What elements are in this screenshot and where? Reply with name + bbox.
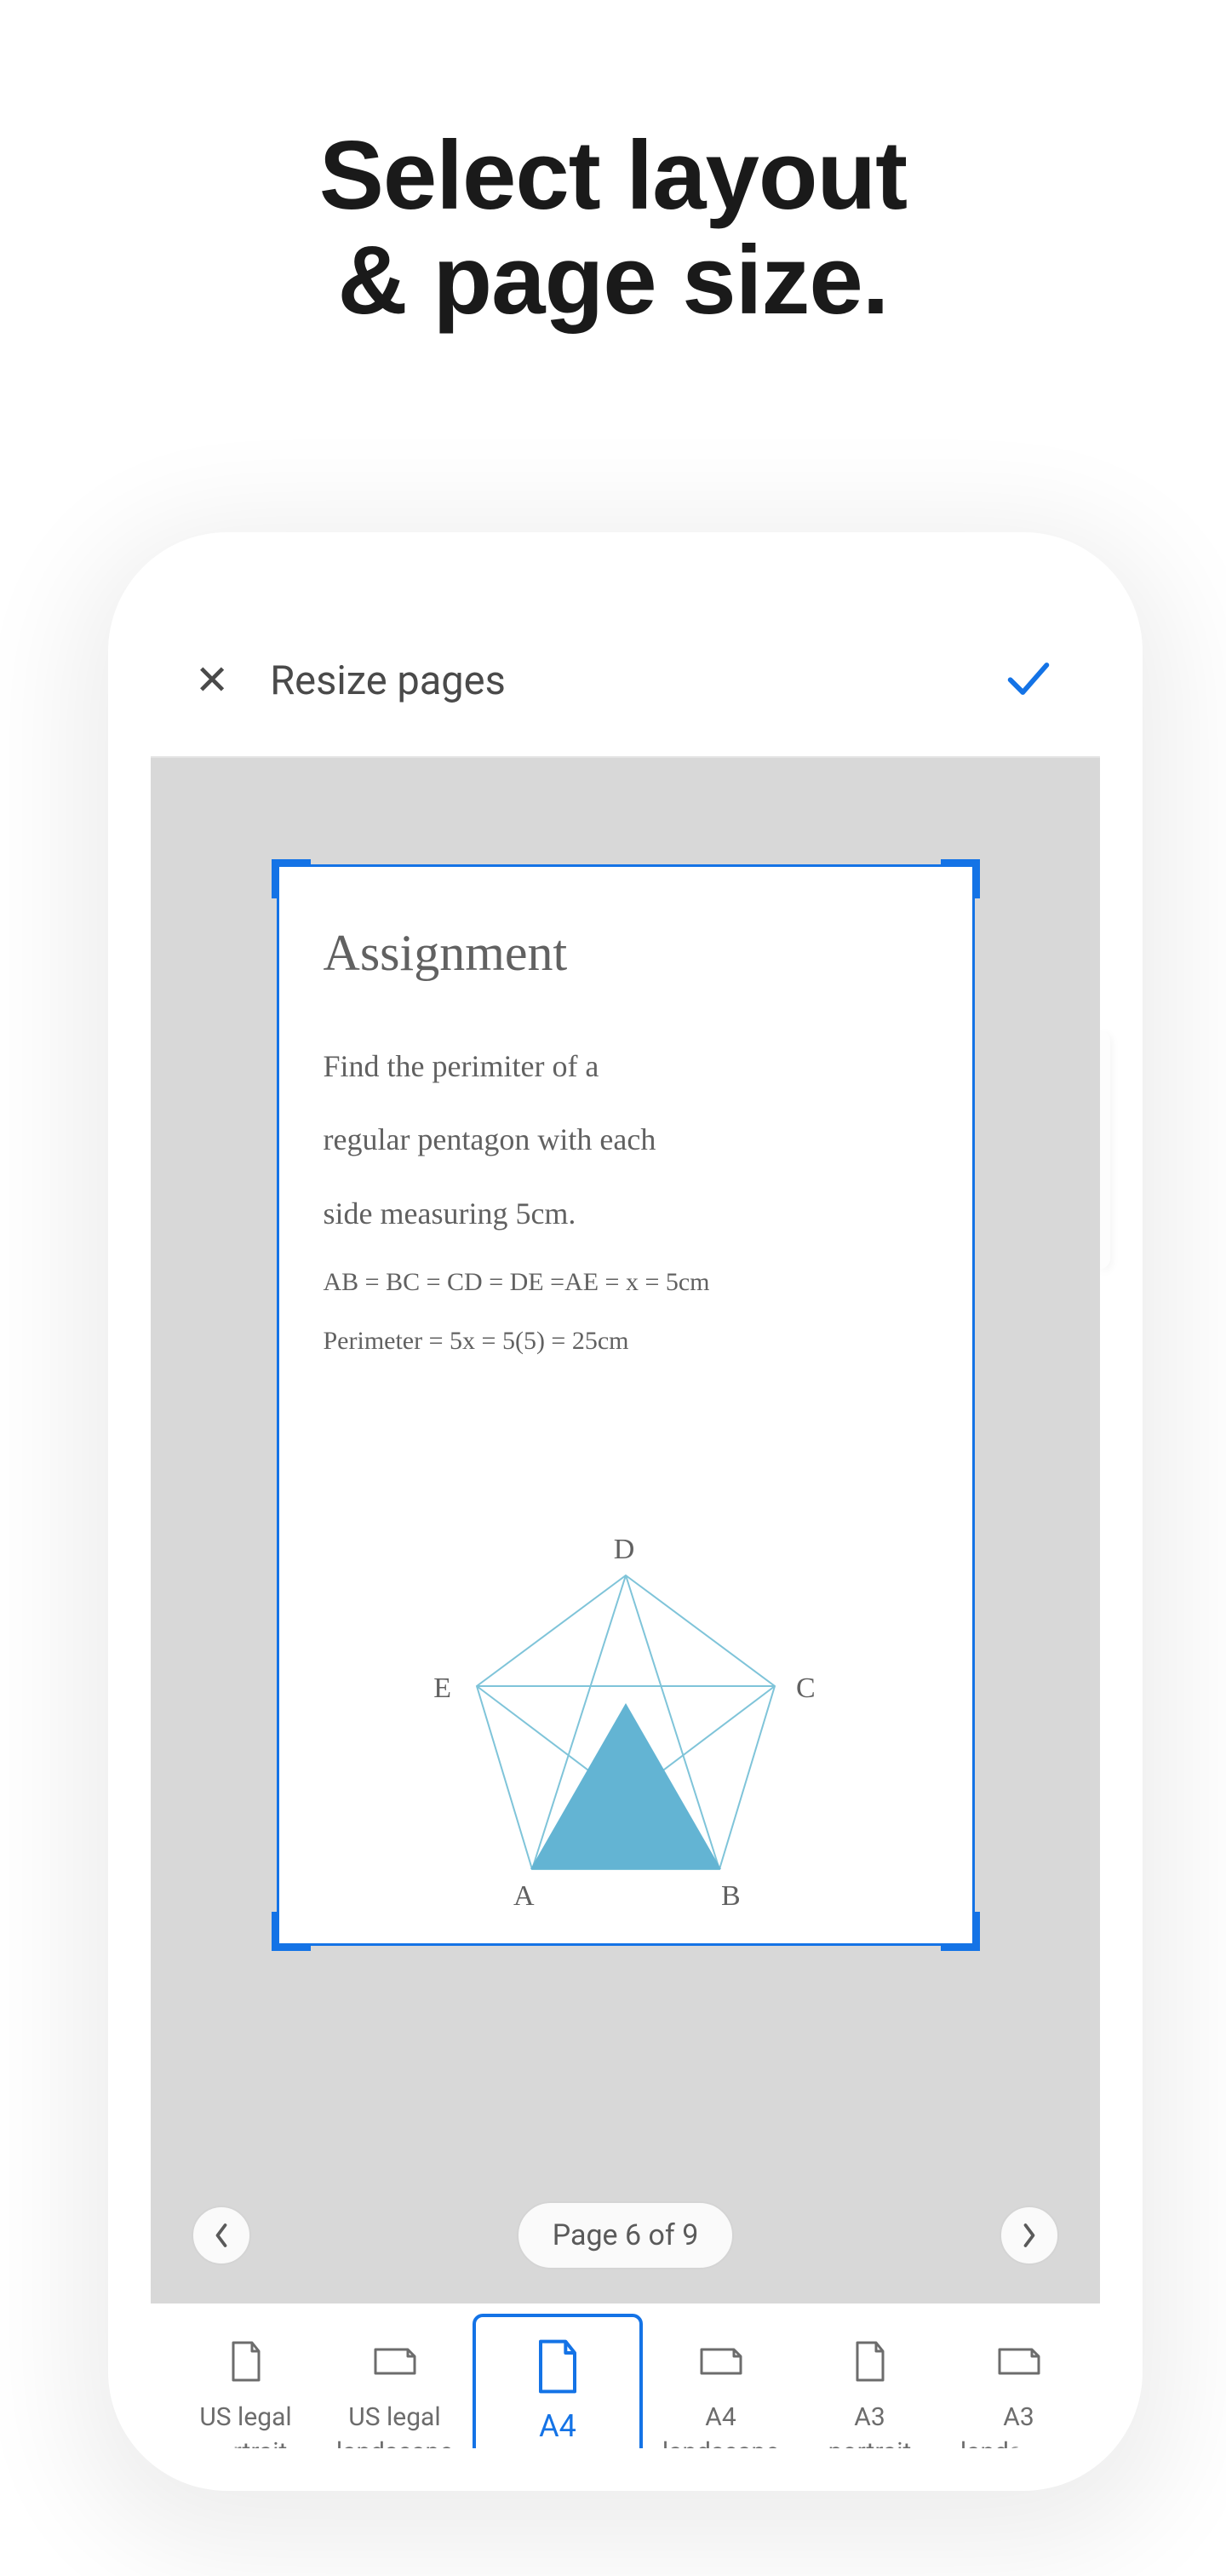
pentagon-diagram: D C E A B [404, 1529, 847, 1929]
crop-handle-tl[interactable] [272, 859, 311, 898]
header-title: Resize pages [270, 657, 960, 704]
confirm-check-icon[interactable] [1001, 651, 1056, 709]
next-page-button[interactable] [1000, 2206, 1059, 2265]
doc-line-3: side measuring 5cm. [324, 1177, 928, 1250]
doc-title: Assignment [324, 924, 928, 983]
doc-line-2: regular pentagon with each [324, 1103, 928, 1176]
app-header: ✕ Resize pages [151, 605, 1100, 758]
page-landscape-icon [700, 2336, 742, 2387]
size-option-a3-portrait[interactable]: A3portrait [795, 2321, 944, 2448]
hero-line1: Select layout [319, 122, 907, 230]
doc-line-1: Find the perimiter of a [324, 1030, 928, 1103]
size-option-label: A4landscape [662, 2401, 779, 2448]
size-option-a4-landscape[interactable]: A4landscape [646, 2321, 795, 2448]
page-portrait-icon [230, 2336, 262, 2387]
size-option-label: US legalportrait [199, 2401, 291, 2448]
page-size-strip[interactable]: US legalportrait US legallandscape A4por… [151, 2303, 1100, 2448]
size-option-label: A3portrait [828, 2401, 912, 2448]
close-icon[interactable]: ✕ [195, 660, 229, 701]
phone-mockup: ✕ Resize pages Assignment Find the perim… [151, 575, 1100, 2448]
size-option-us-legal-portrait[interactable]: US legalportrait [171, 2321, 320, 2448]
doc-eq-1: AB = BC = CD = DE =AE = x = 5cm [324, 1255, 928, 1309]
canvas-area: Assignment Find the perimiter of a regul… [151, 758, 1100, 2303]
crop-handle-bl[interactable] [272, 1912, 311, 1951]
vertex-B: B [721, 1880, 741, 1912]
phone-side-button [1100, 1030, 1110, 1269]
prev-page-button[interactable] [192, 2206, 251, 2265]
page-preview[interactable]: Assignment Find the perimiter of a regul… [277, 864, 975, 1946]
size-option-us-legal-landscape[interactable]: US legallandscape [320, 2321, 469, 2448]
size-option-label: US legallandscape [336, 2401, 453, 2448]
page-landscape-icon [998, 2336, 1040, 2387]
hero-title: Select layout & page size. [0, 123, 1226, 333]
phone-screen: ✕ Resize pages Assignment Find the perim… [151, 575, 1100, 2448]
hero-line2: & page size. [338, 227, 889, 335]
size-option-a4-portrait[interactable]: A4portrait [473, 2314, 643, 2448]
vertex-C: C [796, 1672, 816, 1704]
size-option-label: A4portrait [507, 2406, 607, 2448]
vertex-E: E [433, 1672, 451, 1704]
crop-handle-br[interactable] [941, 1912, 980, 1951]
doc-eq-2: Perimeter = 5x = 5(5) = 25cm [324, 1314, 928, 1368]
page-portrait-icon [536, 2341, 580, 2392]
pager-row: Page 6 of 9 [151, 2201, 1100, 2269]
page-indicator: Page 6 of 9 [517, 2201, 735, 2269]
crop-handle-tr[interactable] [941, 859, 980, 898]
vertex-D: D [613, 1534, 634, 1565]
page-landscape-icon [374, 2336, 416, 2387]
vertex-A: A [513, 1880, 535, 1912]
page-portrait-icon [854, 2336, 886, 2387]
